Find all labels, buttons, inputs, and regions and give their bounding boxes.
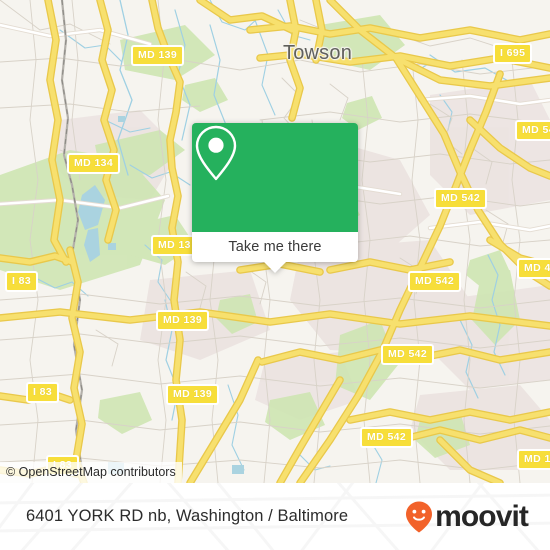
highway-shield-label: MD 542	[388, 348, 428, 360]
place-label-towson: Towson	[283, 42, 353, 64]
osm-attribution[interactable]: © OpenStreetMap contributors	[0, 462, 182, 483]
highway-shield: MD 542	[360, 427, 414, 448]
take-me-there-button[interactable]: Take me there	[192, 232, 358, 262]
highway-shield: I 83	[5, 271, 39, 292]
moovit-pin-smiley-icon	[406, 501, 433, 532]
popup-pointer-tail	[264, 262, 286, 273]
highway-shield: MD 14	[517, 449, 550, 470]
highway-shield: MD 542	[408, 271, 462, 292]
highway-shield: MD 542	[434, 188, 488, 209]
highway-shield-label: I 695	[500, 47, 526, 59]
location-address: 6401 YORK RD nb, Washington / Baltimore	[26, 507, 349, 525]
take-me-there-label: Take me there	[228, 239, 322, 255]
highway-shield: MD 139	[156, 310, 210, 331]
highway-shield-label: MD 542	[367, 431, 407, 443]
highway-shield: MD 134	[67, 153, 121, 174]
highway-shield: MD 542	[381, 344, 435, 365]
footer-content: 6401 YORK RD nb, Washington / Baltimore …	[0, 483, 550, 550]
popup-icon-area	[192, 123, 358, 232]
highway-shield-label: MD 13	[158, 239, 191, 251]
highway-shield-label: I 83	[12, 275, 32, 287]
footer-bar: 6401 YORK RD nb, Washington / Baltimore …	[0, 483, 550, 550]
moovit-logo[interactable]: moovit	[404, 499, 529, 534]
highway-shield-label: MD 134	[74, 157, 114, 169]
map-pin-icon	[195, 125, 237, 181]
map-screen: .rd-major-c{stroke:#e9c84a;stroke-lineca…	[0, 0, 550, 550]
highway-shield-label: MD 139	[138, 49, 178, 61]
highway-shield-label: MD 139	[163, 314, 203, 326]
highway-shield-label: MD 139	[173, 388, 213, 400]
highway-shield: MD 54	[515, 120, 550, 141]
highway-shield-label: MD 54	[522, 124, 550, 136]
moovit-wordmark: moovit	[435, 499, 529, 533]
highway-shield-label: MD 542	[441, 192, 481, 204]
highway-shield: MD 139	[166, 384, 220, 405]
highway-shield: MD 41	[517, 258, 550, 279]
highway-shield-label: MD 41	[524, 262, 550, 274]
location-popup-card[interactable]: Take me there	[192, 123, 358, 273]
highway-shield-label: MD 14	[524, 453, 550, 465]
map-canvas[interactable]: .rd-major-c{stroke:#e9c84a;stroke-lineca…	[0, 0, 550, 483]
highway-shield: MD 139	[131, 45, 185, 66]
highway-shield: MD 13	[151, 235, 198, 256]
highway-shield: I 695	[493, 43, 533, 64]
highway-shield-label: I 83	[33, 386, 53, 398]
highway-shield-label: MD 542	[415, 275, 455, 287]
highway-shield: I 83	[26, 382, 60, 403]
